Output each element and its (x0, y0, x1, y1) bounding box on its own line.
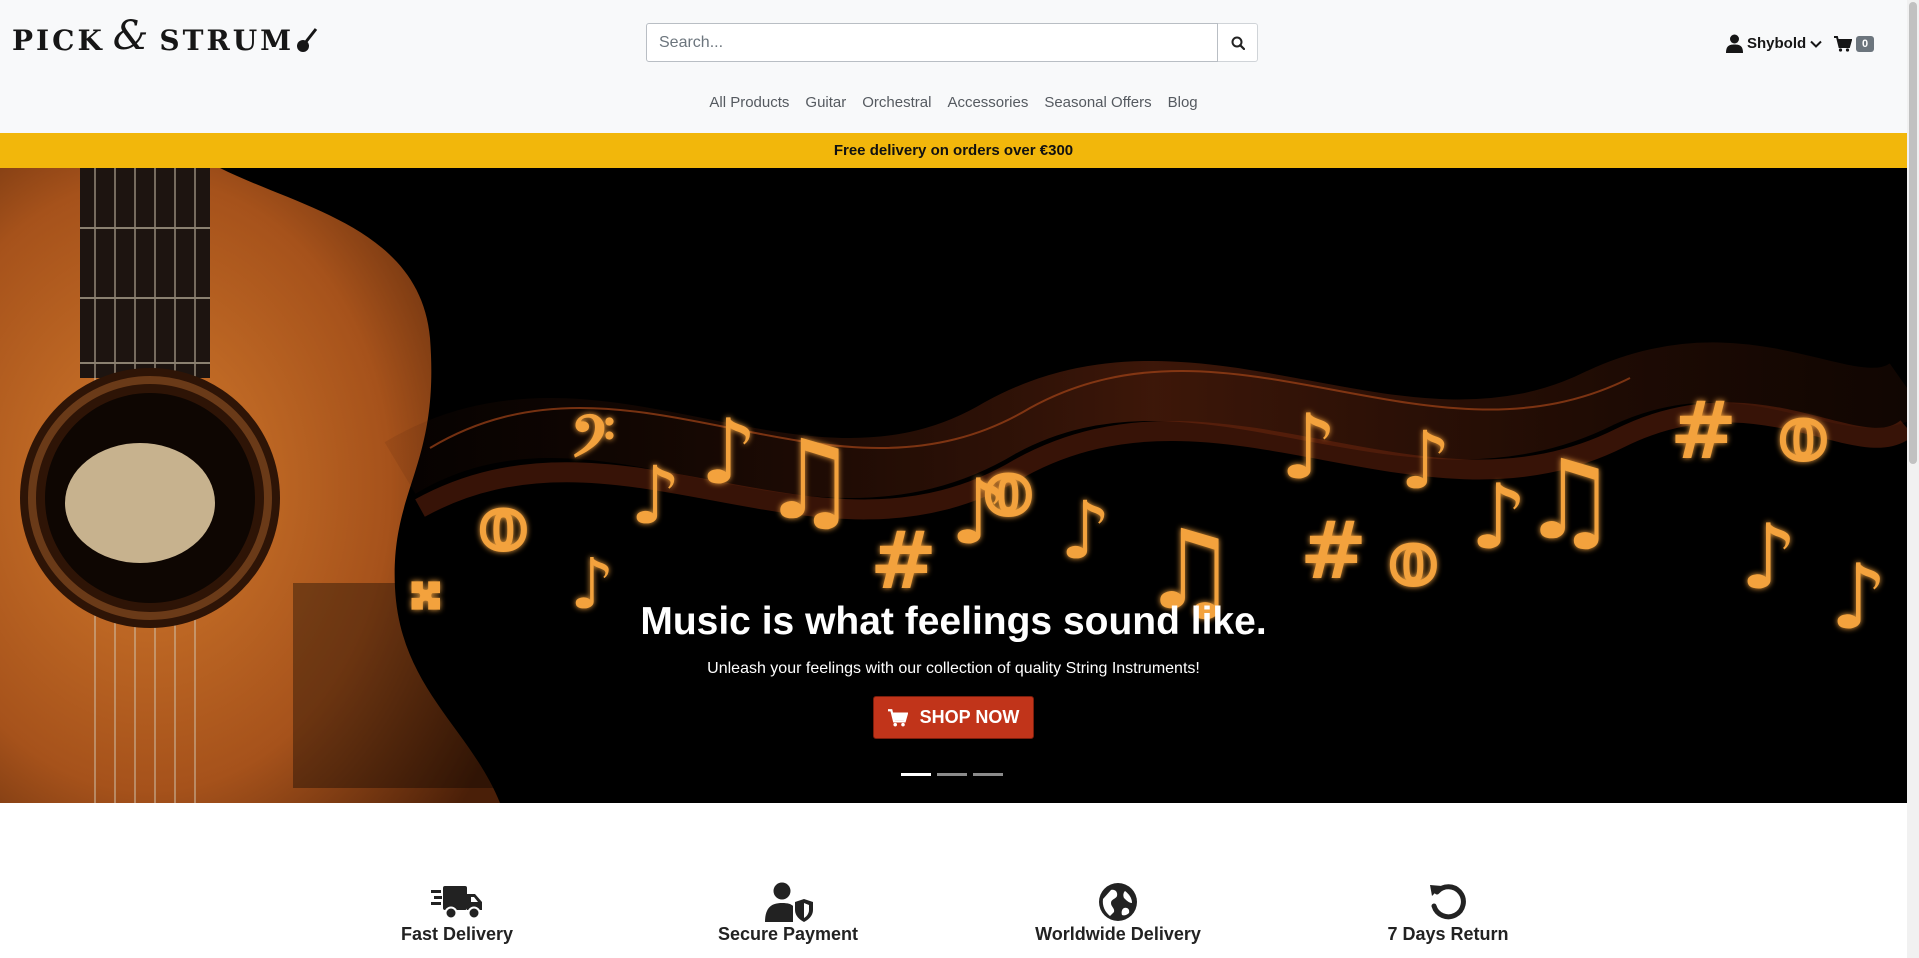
svg-text:o: o (1780, 392, 1827, 475)
promo-text: Free delivery on orders over €300 (833, 142, 1074, 159)
shop-now-button[interactable]: SHOP NOW (872, 696, 1035, 739)
cart-icon (1834, 36, 1852, 52)
svg-text:o: o (985, 447, 1032, 530)
carousel-indicator-2[interactable] (937, 773, 967, 776)
hero-carousel: o 𝄢 ♪ ♪ ♫ # ♪ o ♪ ♫ ♪ # o ♪ ♪ ♫ # o ♪ ♪ (0, 168, 1907, 803)
svg-text:♪: ♪ (700, 399, 757, 505)
hero-caption: Music is what feelings sound like. Unlea… (0, 600, 1907, 739)
search-button[interactable] (1218, 23, 1258, 62)
feature-worldwide-delivery: Worldwide Delivery (1008, 880, 1228, 945)
svg-text:𝄢: 𝄢 (570, 402, 615, 485)
feature-fast-delivery: Fast Delivery (347, 880, 567, 945)
header: PICK & STRUM Shybold (0, 0, 1907, 133)
scrollbar-thumb[interactable] (1909, 2, 1917, 464)
svg-text:o: o (480, 482, 527, 565)
user-menu[interactable]: Shybold (1726, 34, 1822, 53)
svg-text:#: # (870, 513, 937, 607)
user-shield-icon (765, 882, 813, 922)
nav-seasonal-offers[interactable]: Seasonal Offers (1036, 94, 1159, 111)
feature-label: Worldwide Delivery (1035, 924, 1201, 944)
shop-now-label: SHOP NOW (919, 707, 1020, 727)
carousel-indicators (901, 773, 1003, 776)
feature-7-days-return: 7 Days Return (1338, 880, 1558, 945)
svg-text:♪: ♪ (1470, 464, 1527, 570)
page: PICK & STRUM Shybold (0, 0, 1919, 958)
search-input[interactable] (646, 23, 1218, 62)
main-nav: All Products Guitar Orchestral Accessori… (0, 94, 1907, 111)
hero-title: Music is what feelings sound like. (640, 600, 1267, 643)
svg-text:♪: ♪ (1280, 394, 1337, 500)
hero-subtitle: Unleash your feelings with our collectio… (707, 660, 1200, 677)
brand-word-1: PICK (12, 23, 105, 57)
nav-accessories[interactable]: Accessories (939, 94, 1036, 111)
nav-all-products[interactable]: All Products (701, 94, 797, 111)
feature-label: 7 Days Return (1387, 924, 1509, 944)
feature-secure-payment: Secure Payment (678, 880, 898, 945)
page-scrollbar[interactable] (1907, 0, 1919, 958)
brand-word-2: STRUM (159, 23, 295, 57)
carousel-indicator-3[interactable] (973, 773, 1003, 776)
user-icon (1726, 34, 1743, 53)
cart-count-badge: 0 (1856, 36, 1875, 52)
cart-icon (887, 708, 908, 726)
features-row: Fast Delivery Secure Payment Worldwide D… (0, 880, 1907, 958)
svg-text:#: # (1670, 383, 1737, 477)
svg-text:♪: ♪ (630, 448, 681, 542)
feature-label: Secure Payment (717, 924, 859, 944)
search-icon (1231, 36, 1245, 50)
brand-ampersand: & (112, 13, 152, 59)
cart-button[interactable]: 0 (1834, 36, 1875, 52)
promo-banner: Free delivery on orders over €300 (0, 133, 1907, 168)
nav-blog[interactable]: Blog (1160, 94, 1206, 111)
svg-text:#: # (1300, 503, 1367, 597)
svg-text:♫: ♫ (1520, 435, 1619, 564)
svg-text:♪: ♪ (1740, 504, 1797, 610)
truck-icon (431, 886, 482, 920)
globe-icon (1099, 883, 1137, 921)
undo-icon (1430, 884, 1466, 920)
search-bar (646, 23, 1258, 62)
svg-text:♪: ♪ (1060, 483, 1111, 577)
chevron-down-icon (1810, 40, 1822, 48)
svg-text:♫: ♫ (760, 415, 859, 544)
svg-text:♪: ♪ (1400, 413, 1451, 507)
nav-guitar[interactable]: Guitar (797, 94, 854, 111)
user-name: Shybold (1747, 35, 1807, 52)
nav-orchestral[interactable]: Orchestral (854, 94, 939, 111)
svg-text:o: o (1390, 517, 1437, 600)
carousel-indicator-1[interactable] (901, 773, 931, 776)
guitar-pick-icon (297, 28, 318, 52)
feature-label: Fast Delivery (400, 924, 514, 944)
brand-logo[interactable]: PICK & STRUM (12, 13, 318, 62)
